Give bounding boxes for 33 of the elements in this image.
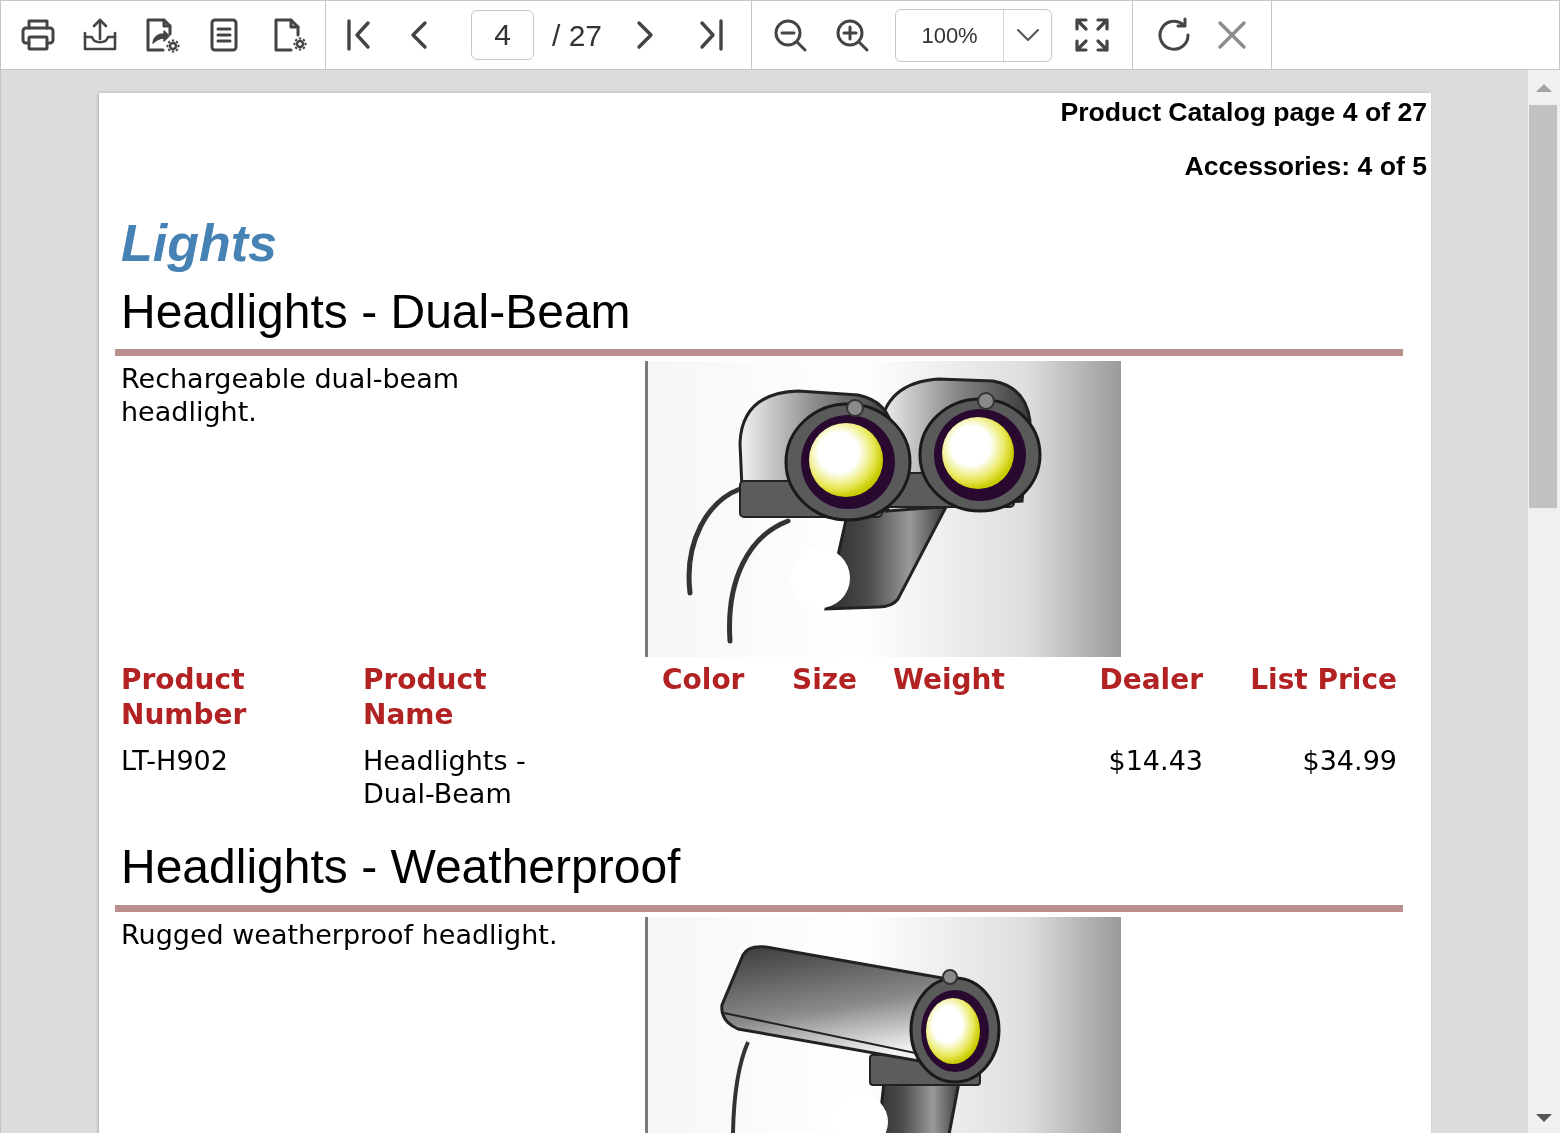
report-header-text: Product Catalog page 4 of 27 [1060,96,1427,129]
product-title: Headlights - Weatherproof [121,839,681,895]
product-description: Rechargeable dual-beam headlight. [121,362,461,428]
column-header: Dealer [1099,662,1203,698]
printer-icon [20,17,56,53]
column-header: Color [662,662,745,698]
table-cell-text: $34.99 [1302,744,1397,778]
category-heading: Lights [121,213,277,273]
column-header: Size [792,662,858,698]
zoom-out-icon [772,17,809,53]
column-header: Weight [893,662,1005,698]
page-number-field[interactable]: 4 [471,10,534,60]
product-description: Rugged weatherproof headlight. [121,918,558,951]
table-cell-text: LT-H902 [121,744,228,778]
triangle-down-icon [1536,1114,1552,1122]
triangle-up-icon [1536,83,1552,92]
table-cell-text: $14.43 [1108,744,1203,778]
table-cell-text: Headlights - Dual-Beam [363,744,527,810]
scrollbar-thumb[interactable] [1529,105,1557,508]
product-title: Headlights - Dual-Beam [121,284,631,340]
document-gear-icon [272,17,308,53]
document-share-gear-icon [144,17,180,53]
upload-tray-icon [82,17,118,53]
column-header: List Price [1250,662,1397,698]
close-icon [1217,20,1248,50]
column-header: Product Name [363,662,488,732]
page-count-label: / 27 [552,17,603,54]
column-header: Product Number [121,662,248,732]
report-header-text: Accessories: 4 of 5 [1184,150,1427,183]
chevron-down-icon [1016,29,1039,41]
zoom-dropdown[interactable]: 100% [895,8,1053,62]
expand-arrows-icon [1074,17,1111,53]
zoom-in-icon [834,17,871,53]
